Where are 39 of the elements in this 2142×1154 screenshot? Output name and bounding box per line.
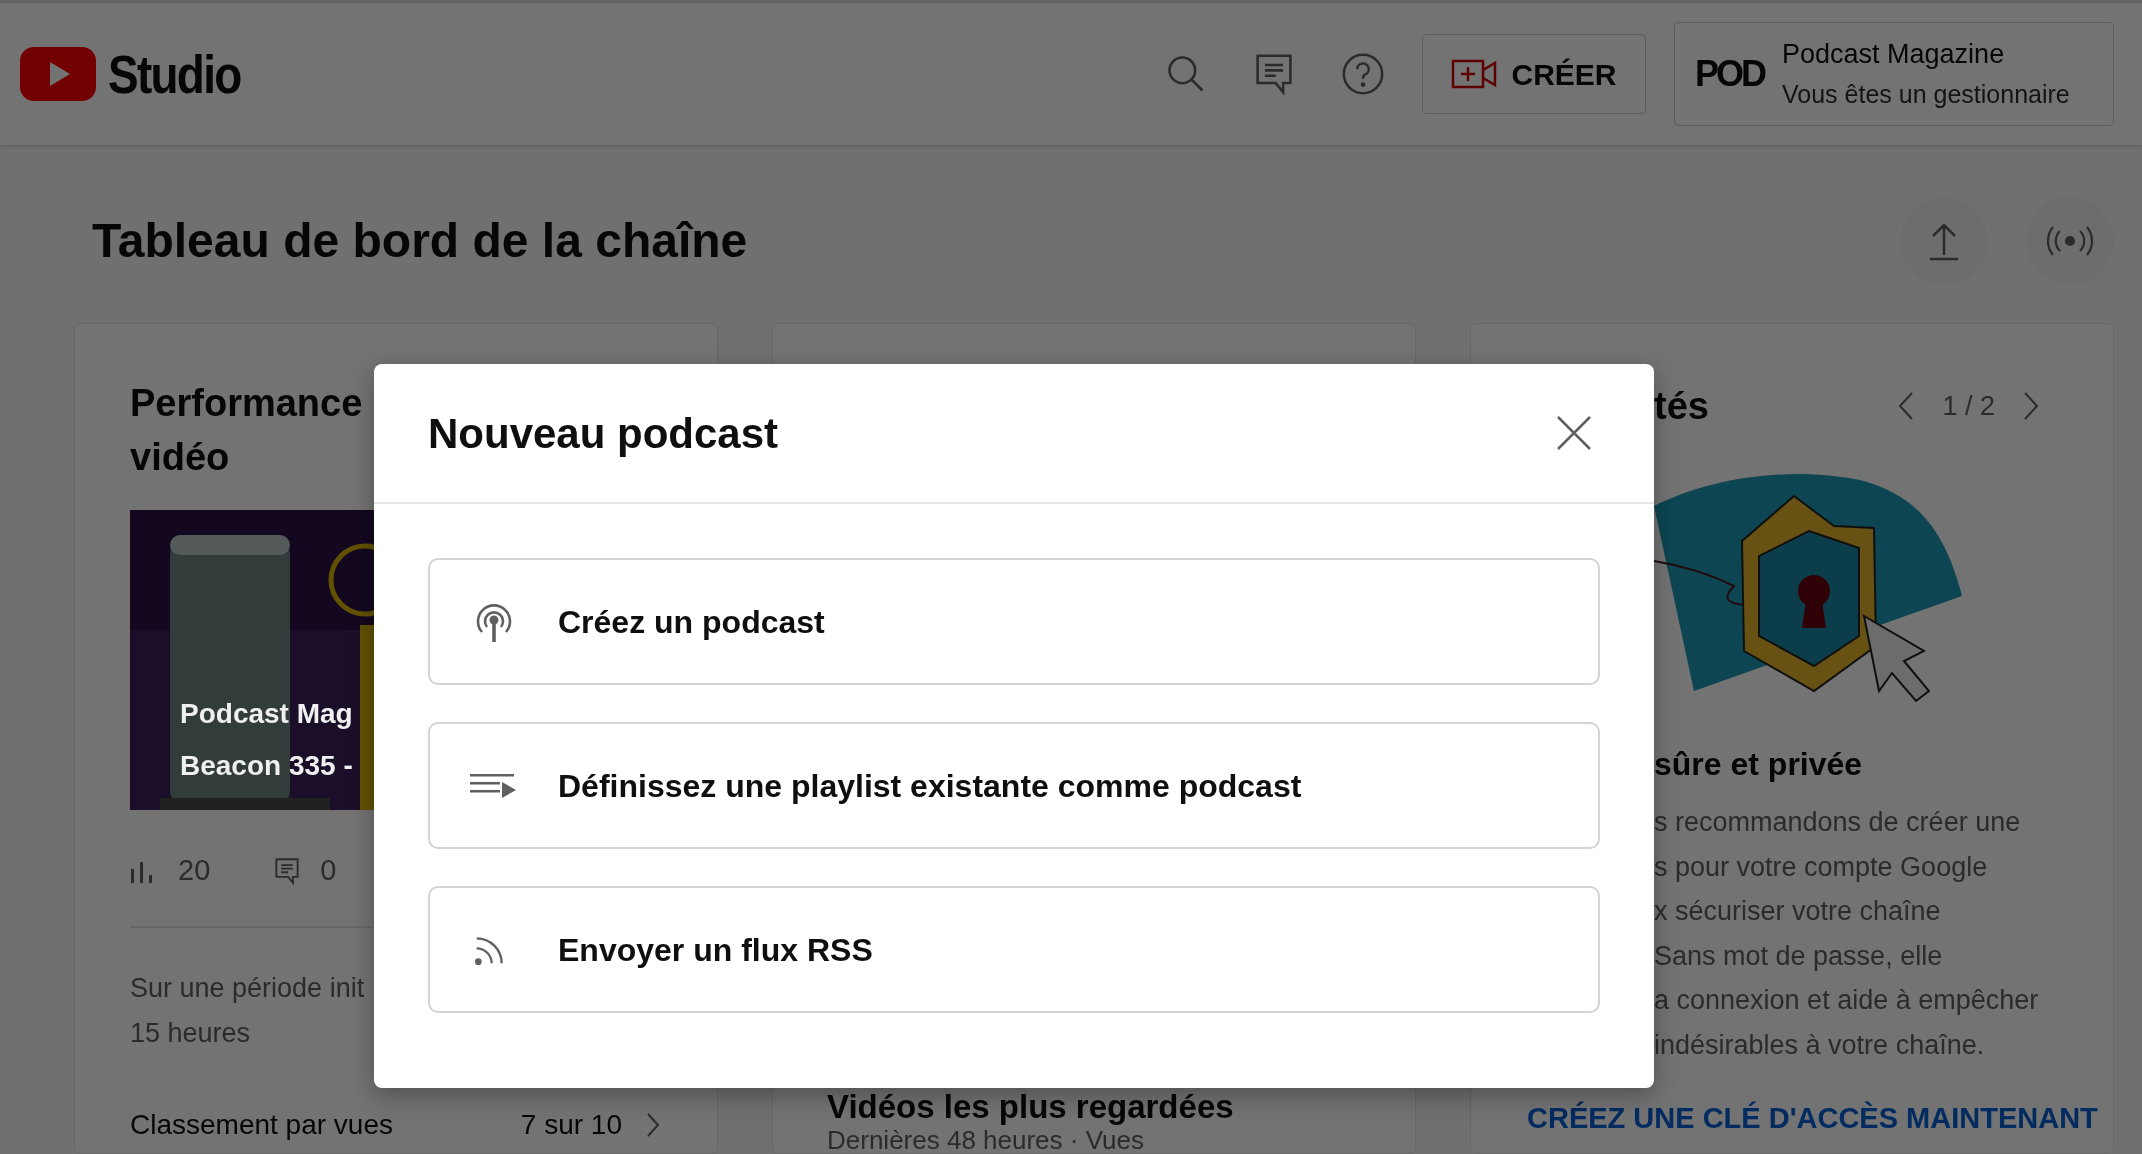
pager-text: 1 / 2 (1942, 389, 1995, 423)
channel-switcher[interactable]: POD Podcast Magazine Vous êtes un gestionnaire (1674, 22, 2114, 126)
upload-icon (1927, 221, 1961, 261)
broadcast-icon (2045, 226, 2095, 256)
channel-role: Vous êtes un gestionnaire (1782, 79, 2070, 110)
card-title: Vidéos les plus regardées (827, 1088, 1234, 1126)
card-subtitle: Dernières 48 heures · Vues (827, 1126, 1144, 1154)
chevron-right-icon[interactable] (2023, 391, 2039, 421)
card-title: tés (1654, 383, 1709, 429)
article-heading: sûre et privée (1654, 745, 1863, 784)
article-text: s recommandons de créer une s pour votre compte Google x sécuriser votre chaîne Sans mot de passe, elle a connexion et aide à empêcher indésirables à votre chaîne. (1654, 806, 2040, 1062)
channel-name: Podcast Magazine (1782, 38, 2006, 71)
dialog-title: Nouveau podcast (428, 408, 779, 459)
playlist-play-icon (470, 771, 518, 800)
video-title: Podcast Mag (180, 697, 353, 731)
comments-count: 0 (320, 853, 337, 889)
dialog-option[interactable]: Envoyer un flux RSS (428, 886, 1600, 1013)
page-title: Tableau de bord de la chaîne (92, 213, 748, 269)
chevron-left-icon[interactable] (1898, 391, 1915, 421)
channel-logo: POD (1695, 56, 1764, 92)
feedback-icon[interactable] (1254, 52, 1294, 96)
dialog-option[interactable]: Créez un podcast (428, 558, 1600, 685)
help-icon[interactable] (1340, 51, 1386, 97)
bar-chart-icon (130, 859, 154, 883)
dialog-option[interactable]: Définissez une playlist existante comme podcast (428, 722, 1600, 849)
ranking-value: 7 sur 10 (520, 1108, 622, 1142)
ranking-label: Classement par vues (130, 1108, 393, 1142)
create-button[interactable]: CRÉER (1422, 34, 1646, 114)
chevron-right-icon[interactable] (646, 1112, 660, 1138)
create-passkey-link[interactable]: CRÉEZ UNE CLÉ D'ACCÈS MAINTENANT (1527, 1103, 2098, 1133)
period-text: Sur une période init 15 heures (130, 972, 365, 1050)
close-icon[interactable] (1556, 415, 1592, 451)
card-title: Performance vidéo (130, 381, 363, 480)
logo-icon[interactable] (20, 47, 96, 101)
video-plus-icon (1451, 58, 1498, 90)
views-count: 20 (178, 853, 211, 889)
video-title: Beacon 335 - (180, 749, 353, 783)
logo-text[interactable]: Studio (108, 33, 241, 115)
comment-icon (274, 856, 301, 886)
